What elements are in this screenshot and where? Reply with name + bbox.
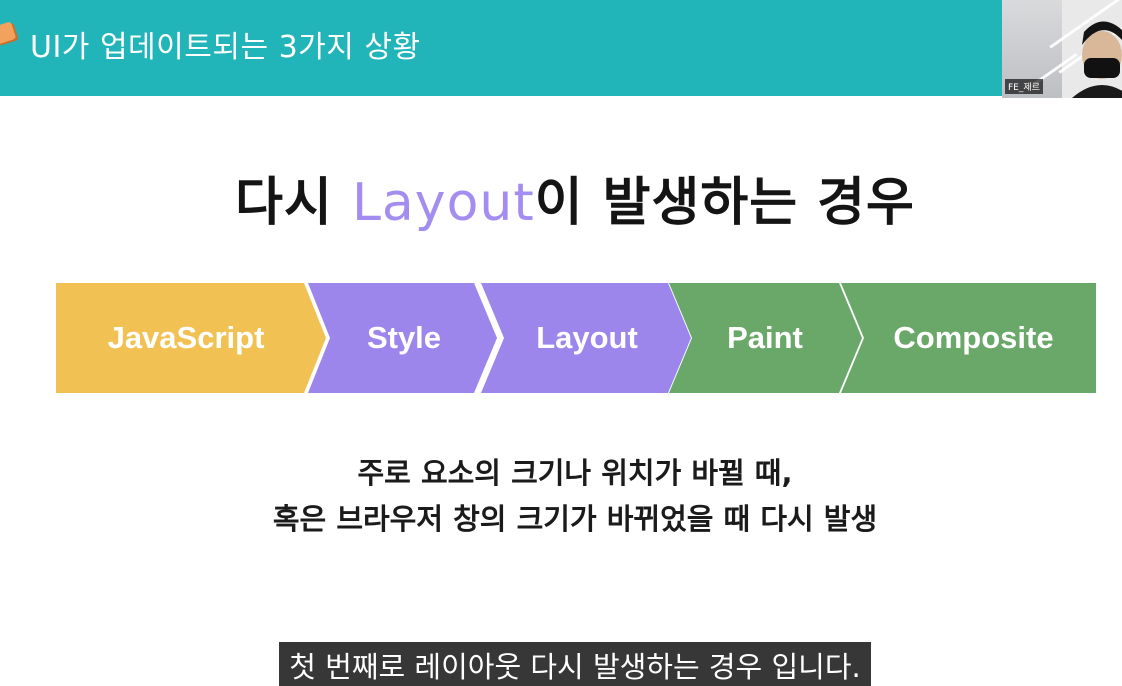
- pipeline-step-label: Composite: [893, 320, 1054, 355]
- slide-body-line: 주로 요소의 크기나 위치가 바뀔 때,: [357, 456, 793, 490]
- pipeline-step-composite: Composite: [856, 283, 1091, 393]
- pipeline-step-javascript: JavaScript: [56, 283, 316, 393]
- slide-title-accent: Layout: [351, 173, 535, 233]
- slide-title-prefix: 다시: [235, 173, 352, 233]
- pencil-icon: [0, 21, 17, 45]
- pipeline-step-label: Style: [366, 320, 442, 355]
- video-frame: UI가 업데이트되는 3가지 상황 FE_제르 다시 Layout이 발생하는 …: [0, 0, 1122, 686]
- slide-header-bar: UI가 업데이트되는 3가지 상황: [0, 0, 1122, 96]
- webcam-name-tag: FE_제르: [1005, 79, 1043, 94]
- pipeline-step-label: JavaScript: [107, 320, 265, 355]
- rendering-pipeline: JavaScript Style Layout Paint Composite: [56, 283, 1096, 393]
- webcam-thumbnail[interactable]: FE_제르: [1002, 0, 1122, 98]
- pipeline-step-label: Paint: [727, 320, 803, 355]
- pipeline-step-paint: Paint: [680, 283, 850, 393]
- slide-title: 다시 Layout이 발생하는 경우: [0, 160, 1122, 235]
- pipeline-step-style: Style: [318, 283, 490, 393]
- pipeline-step-layout: Layout: [492, 283, 682, 393]
- pipeline-step-label: Layout: [536, 320, 638, 355]
- caption-container: 첫 번째로 레이아웃 다시 발생하는 경우 입니다.: [0, 642, 1122, 686]
- slide-body-text: 주로 요소의 크기나 위치가 바뀔 때, 혹은 브라우저 창의 크기가 바뀌었을…: [0, 450, 1122, 542]
- slide-title-suffix: 이 발생하는 경우: [534, 173, 915, 233]
- slide-body-line: 혹은 브라우저 창의 크기가 바뀌었을 때 다시 발생: [272, 502, 878, 536]
- header-title: UI가 업데이트되는 3가지 상황: [30, 30, 421, 65]
- video-caption: 첫 번째로 레이아웃 다시 발생하는 경우 입니다.: [279, 642, 871, 686]
